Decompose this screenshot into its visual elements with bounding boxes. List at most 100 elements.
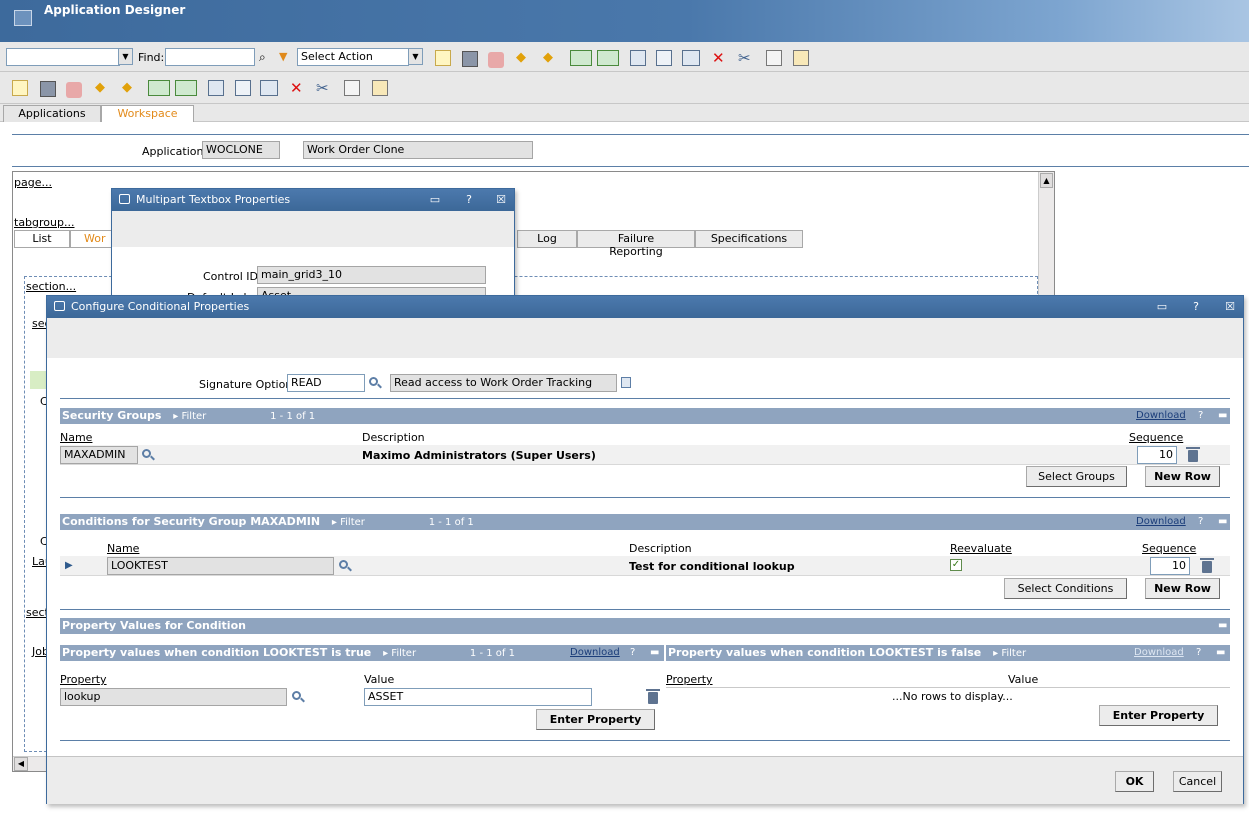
help-icon[interactable]: ? [1196, 645, 1201, 661]
select-conditions-button[interactable]: Select Conditions [1004, 578, 1127, 599]
control-palette-icon[interactable] [235, 80, 251, 96]
collapse-icon[interactable]: ▬ [650, 645, 659, 661]
condition-sequence-field[interactable]: 10 [1150, 557, 1190, 575]
enter-property-button[interactable]: Enter Property [536, 709, 655, 730]
canvas-tab-work-order[interactable]: Wor [70, 230, 115, 248]
close-icon[interactable]: ☒ [494, 192, 508, 207]
cut-icon[interactable]: ✂ [316, 79, 332, 97]
value-field[interactable]: ASSET [364, 688, 592, 706]
download-link[interactable]: Download [1136, 408, 1186, 424]
row-expand-icon[interactable]: ▶ [65, 560, 73, 571]
collapse-icon[interactable]: ▬ [1218, 618, 1227, 634]
filter-button[interactable]: ▸ Filter [173, 411, 206, 422]
copy-icon[interactable] [344, 80, 360, 96]
table-row[interactable] [60, 445, 1230, 465]
signature-option-lookup-icon[interactable] [369, 377, 378, 386]
delete-control-icon[interactable]: ✕ [712, 49, 728, 67]
filter-button[interactable]: ▸ Filter [383, 648, 416, 659]
grid-icon[interactable] [260, 80, 278, 96]
delete-control-icon[interactable]: ✕ [290, 79, 306, 97]
clear-changes-icon[interactable] [488, 52, 504, 68]
page-link[interactable]: page... [14, 176, 52, 189]
canvas-tab-log[interactable]: Log [517, 230, 577, 248]
cut-icon[interactable]: ✂ [738, 49, 754, 67]
collapse-icon[interactable]: ▬ [1218, 514, 1227, 530]
ok-button[interactable]: OK [1115, 771, 1154, 792]
export-icon[interactable] [175, 80, 197, 96]
select-action-dropdown-arrow[interactable]: ▼ [408, 48, 423, 65]
help-icon[interactable]: ? [462, 192, 476, 207]
new-icon[interactable] [12, 80, 28, 96]
property-lookup-icon[interactable] [292, 691, 301, 700]
download-link[interactable]: Download [1134, 645, 1184, 661]
condition-lookup-icon[interactable] [339, 560, 348, 569]
property-field: lookup [60, 688, 287, 706]
col-name-header[interactable]: Name [107, 542, 139, 555]
copy-icon[interactable] [766, 50, 782, 66]
select-groups-button[interactable]: Select Groups [1026, 466, 1127, 487]
download-link[interactable]: Download [570, 645, 620, 661]
reevaluate-checkbox[interactable]: ✓ [950, 559, 962, 571]
save-icon[interactable] [462, 51, 478, 67]
delete-row-icon[interactable] [1186, 447, 1200, 462]
tab-workspace[interactable]: Workspace [101, 105, 194, 122]
signature-option-field[interactable]: READ [287, 374, 365, 392]
help-icon[interactable]: ? [630, 645, 635, 661]
col-name-header[interactable]: Name [60, 431, 92, 444]
grid-icon[interactable] [682, 50, 700, 66]
col-property-header[interactable]: Property [60, 673, 107, 686]
find-input[interactable] [165, 48, 255, 66]
tabgroup-link[interactable]: tabgroup... [14, 216, 74, 229]
minimize-icon[interactable]: ▭ [428, 192, 442, 207]
scroll-up-arrow[interactable]: ▲ [1040, 173, 1053, 188]
record-combo-arrow[interactable]: ▼ [118, 48, 133, 65]
close-icon[interactable]: ☒ [1223, 299, 1237, 314]
paste-icon[interactable] [793, 50, 809, 66]
previous-icon[interactable]: ◆ [95, 80, 111, 96]
properties-icon[interactable] [208, 80, 224, 96]
collapse-icon[interactable]: ▬ [1216, 645, 1225, 661]
tab-applications[interactable]: Applications [3, 105, 101, 122]
help-icon[interactable]: ? [1198, 514, 1203, 530]
delete-row-icon[interactable] [646, 689, 660, 704]
canvas-tab-list[interactable]: List [14, 230, 70, 248]
group-sequence-field[interactable]: 10 [1137, 446, 1177, 464]
section-link[interactable]: section... [26, 280, 76, 293]
next-record-icon[interactable]: ◆ [543, 50, 559, 66]
canvas-tab-specifications[interactable]: Specifications [695, 230, 803, 248]
group-lookup-icon[interactable] [142, 449, 151, 458]
help-icon[interactable]: ? [1198, 408, 1203, 424]
import-icon[interactable] [570, 50, 592, 66]
scroll-left-arrow[interactable]: ◀ [14, 757, 28, 771]
delete-row-icon[interactable] [1200, 558, 1214, 573]
col-property-header[interactable]: Property [666, 673, 713, 686]
col-sequence-header[interactable]: Sequence [1142, 542, 1196, 555]
col-reevaluate-header[interactable]: Reevaluate [950, 542, 1012, 555]
clear-changes-icon[interactable] [66, 82, 82, 98]
control-palette-icon[interactable] [656, 50, 672, 66]
col-sequence-header[interactable]: Sequence [1129, 431, 1183, 444]
cancel-button[interactable]: Cancel [1173, 771, 1222, 792]
detail-menu-icon[interactable] [621, 377, 631, 388]
minimize-icon[interactable]: ▭ [1155, 299, 1169, 314]
new-row-button[interactable]: New Row [1145, 466, 1220, 487]
new-row-button[interactable]: New Row [1145, 578, 1220, 599]
enter-property-button[interactable]: Enter Property [1099, 705, 1218, 726]
next-icon[interactable]: ◆ [122, 80, 138, 96]
new-record-icon[interactable] [435, 50, 451, 66]
paste-icon[interactable] [372, 80, 388, 96]
record-combo[interactable] [6, 48, 120, 66]
select-action-dropdown[interactable]: Select Action [297, 48, 409, 66]
previous-record-icon[interactable]: ◆ [516, 50, 532, 66]
help-icon[interactable]: ? [1189, 299, 1203, 314]
filter-button[interactable]: ▸ Filter [332, 517, 365, 528]
canvas-tab-failure-reporting[interactable]: Failure Reporting [577, 230, 695, 258]
export-icon[interactable] [597, 50, 619, 66]
filter-button[interactable]: ▸ Filter [993, 648, 1026, 659]
binoculars-icon[interactable]: ⌕ [259, 50, 275, 66]
download-link[interactable]: Download [1136, 514, 1186, 530]
import-icon[interactable] [148, 80, 170, 96]
save-icon[interactable] [40, 81, 56, 97]
collapse-icon[interactable]: ▬ [1218, 408, 1227, 424]
properties-icon[interactable] [630, 50, 646, 66]
